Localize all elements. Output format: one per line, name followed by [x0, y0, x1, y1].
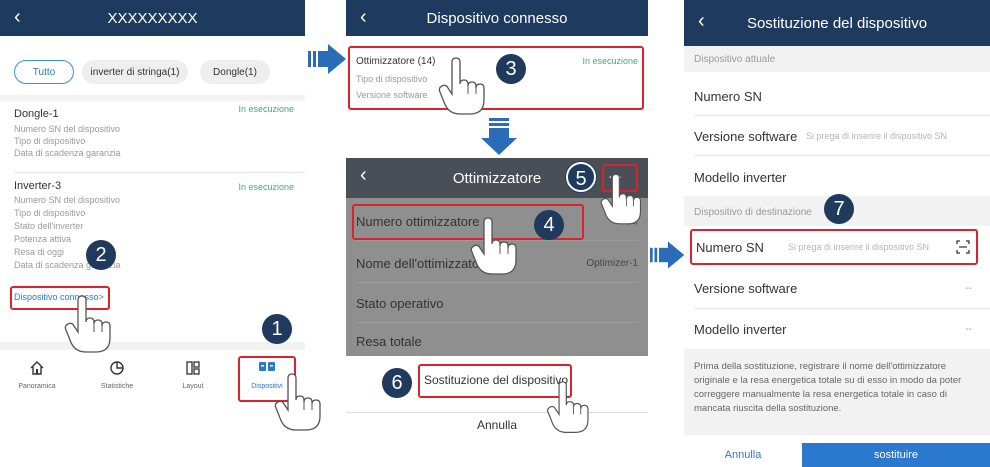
cancel-button[interactable]: Annulla: [684, 443, 802, 467]
scan-icon[interactable]: [956, 240, 970, 254]
panel-optimizer: ‹ Ottimizzatore Numero ottimizzatore 1,1…: [346, 158, 648, 467]
navbar: ‹ Dispositivo connesso: [346, 0, 648, 36]
field-label: Stato dell'inverter: [14, 221, 84, 231]
tab-label: Layout: [182, 383, 204, 390]
filter-string-inverter[interactable]: inverter di stringa(1): [82, 60, 188, 84]
status-badge: In esecuzione: [582, 56, 638, 66]
row-label: Stato operativo: [356, 296, 444, 311]
device-name: Inverter-3: [14, 180, 62, 192]
row-label: Versione software: [694, 281, 798, 296]
replace-button[interactable]: sostituire: [802, 443, 990, 467]
step-4-marker: 4: [534, 210, 564, 240]
pointing-hand-icon: [438, 57, 485, 115]
arrow-right-icon: [308, 44, 346, 74]
navbar: ‹ XXXXXXXXX: [0, 0, 305, 36]
row-label: Modello inverter: [694, 322, 787, 337]
status-badge: In esecuzione: [238, 104, 294, 114]
device-name: Dongle-1: [14, 108, 59, 120]
panel-device-list: ‹ XXXXXXXXX Tutto inverter di stringa(1)…: [0, 0, 321, 467]
row-value: Optimizer-1: [586, 258, 638, 269]
arrow-right-icon: [650, 241, 685, 269]
device-name: Ottimizzatore (14): [356, 56, 436, 67]
section-header: Dispositivo attuale: [694, 54, 776, 65]
sn-input-placeholder[interactable]: Si prega di inserire il dispositivo SN: [806, 131, 947, 141]
target-sn-input[interactable]: Si prega di inserire il dispositivo SN: [788, 242, 929, 252]
arrow-down-icon: [481, 118, 517, 155]
pointing-hand-icon: [64, 295, 111, 353]
back-icon[interactable]: ‹: [698, 10, 705, 33]
tab-layout[interactable]: Layout: [168, 360, 218, 390]
page-title: XXXXXXXXX: [107, 9, 198, 27]
pointing-hand-icon: [547, 381, 589, 433]
field-label: Tipo di dispositivo: [14, 208, 86, 218]
tab-statistics[interactable]: Statistiche: [92, 360, 142, 390]
page-title: Ottimizzatore: [452, 169, 542, 187]
back-icon[interactable]: ‹: [360, 164, 367, 187]
tab-overview[interactable]: Panoramica: [12, 360, 62, 390]
step-5-marker: 5: [566, 162, 596, 192]
back-icon[interactable]: ‹: [360, 6, 367, 29]
page-title: Sostituzione del dispositivo: [746, 14, 928, 32]
step-7-marker: 7: [824, 194, 854, 224]
step-3-marker: 3: [496, 54, 526, 84]
section-header: Dispositivo di destinazione: [694, 207, 812, 218]
replacement-note: Prima della sostituzione, registrare il …: [694, 361, 962, 414]
filter-all[interactable]: Tutto: [14, 60, 74, 84]
row-value: --: [965, 283, 972, 294]
tab-label: Panoramica: [18, 383, 56, 390]
pointing-hand-icon: [600, 173, 642, 225]
page-title: Dispositivo connesso: [426, 9, 568, 27]
row-value: --: [965, 324, 972, 335]
field-label: Data di scadenza garanzia: [14, 148, 121, 158]
row-label: Versione software: [694, 129, 798, 144]
row-label: Numero SN: [694, 89, 762, 104]
status-badge: In esecuzione: [238, 182, 294, 192]
tab-label: Statistiche: [100, 383, 134, 390]
back-icon[interactable]: ‹: [14, 6, 21, 29]
step-2-marker: 2: [86, 240, 116, 270]
pointing-hand-icon: [470, 217, 517, 275]
row-label: Numero SN: [696, 240, 764, 255]
row-label: Modello inverter: [694, 170, 787, 185]
filter-dongle[interactable]: Dongle(1): [200, 60, 270, 84]
step-6-marker: 6: [382, 368, 412, 398]
home-icon: [30, 361, 44, 375]
panel-connected-device: ‹ Dispositivo connesso Ottimizzatore (14…: [346, 0, 648, 118]
field-label: Numero SN del dispositivo: [14, 195, 121, 205]
field-label: Versione software: [356, 90, 428, 100]
menu-cancel[interactable]: Annulla: [346, 418, 648, 432]
navbar: ‹ Sostituzione del dispositivo: [684, 0, 990, 46]
field-label: Tipo di dispositivo: [356, 74, 428, 84]
layout-icon: [186, 361, 200, 375]
step-1-marker: 1: [262, 314, 292, 344]
pointing-hand-icon: [274, 373, 321, 431]
statistics-icon: [110, 361, 124, 375]
panel-device-replacement: ‹ Sostituzione del dispositivo Dispositi…: [684, 0, 990, 467]
device-card-dongle[interactable]: Dongle-1 In esecuzione Numero SN del dis…: [14, 104, 294, 166]
row-label: Resa totale: [356, 334, 422, 349]
